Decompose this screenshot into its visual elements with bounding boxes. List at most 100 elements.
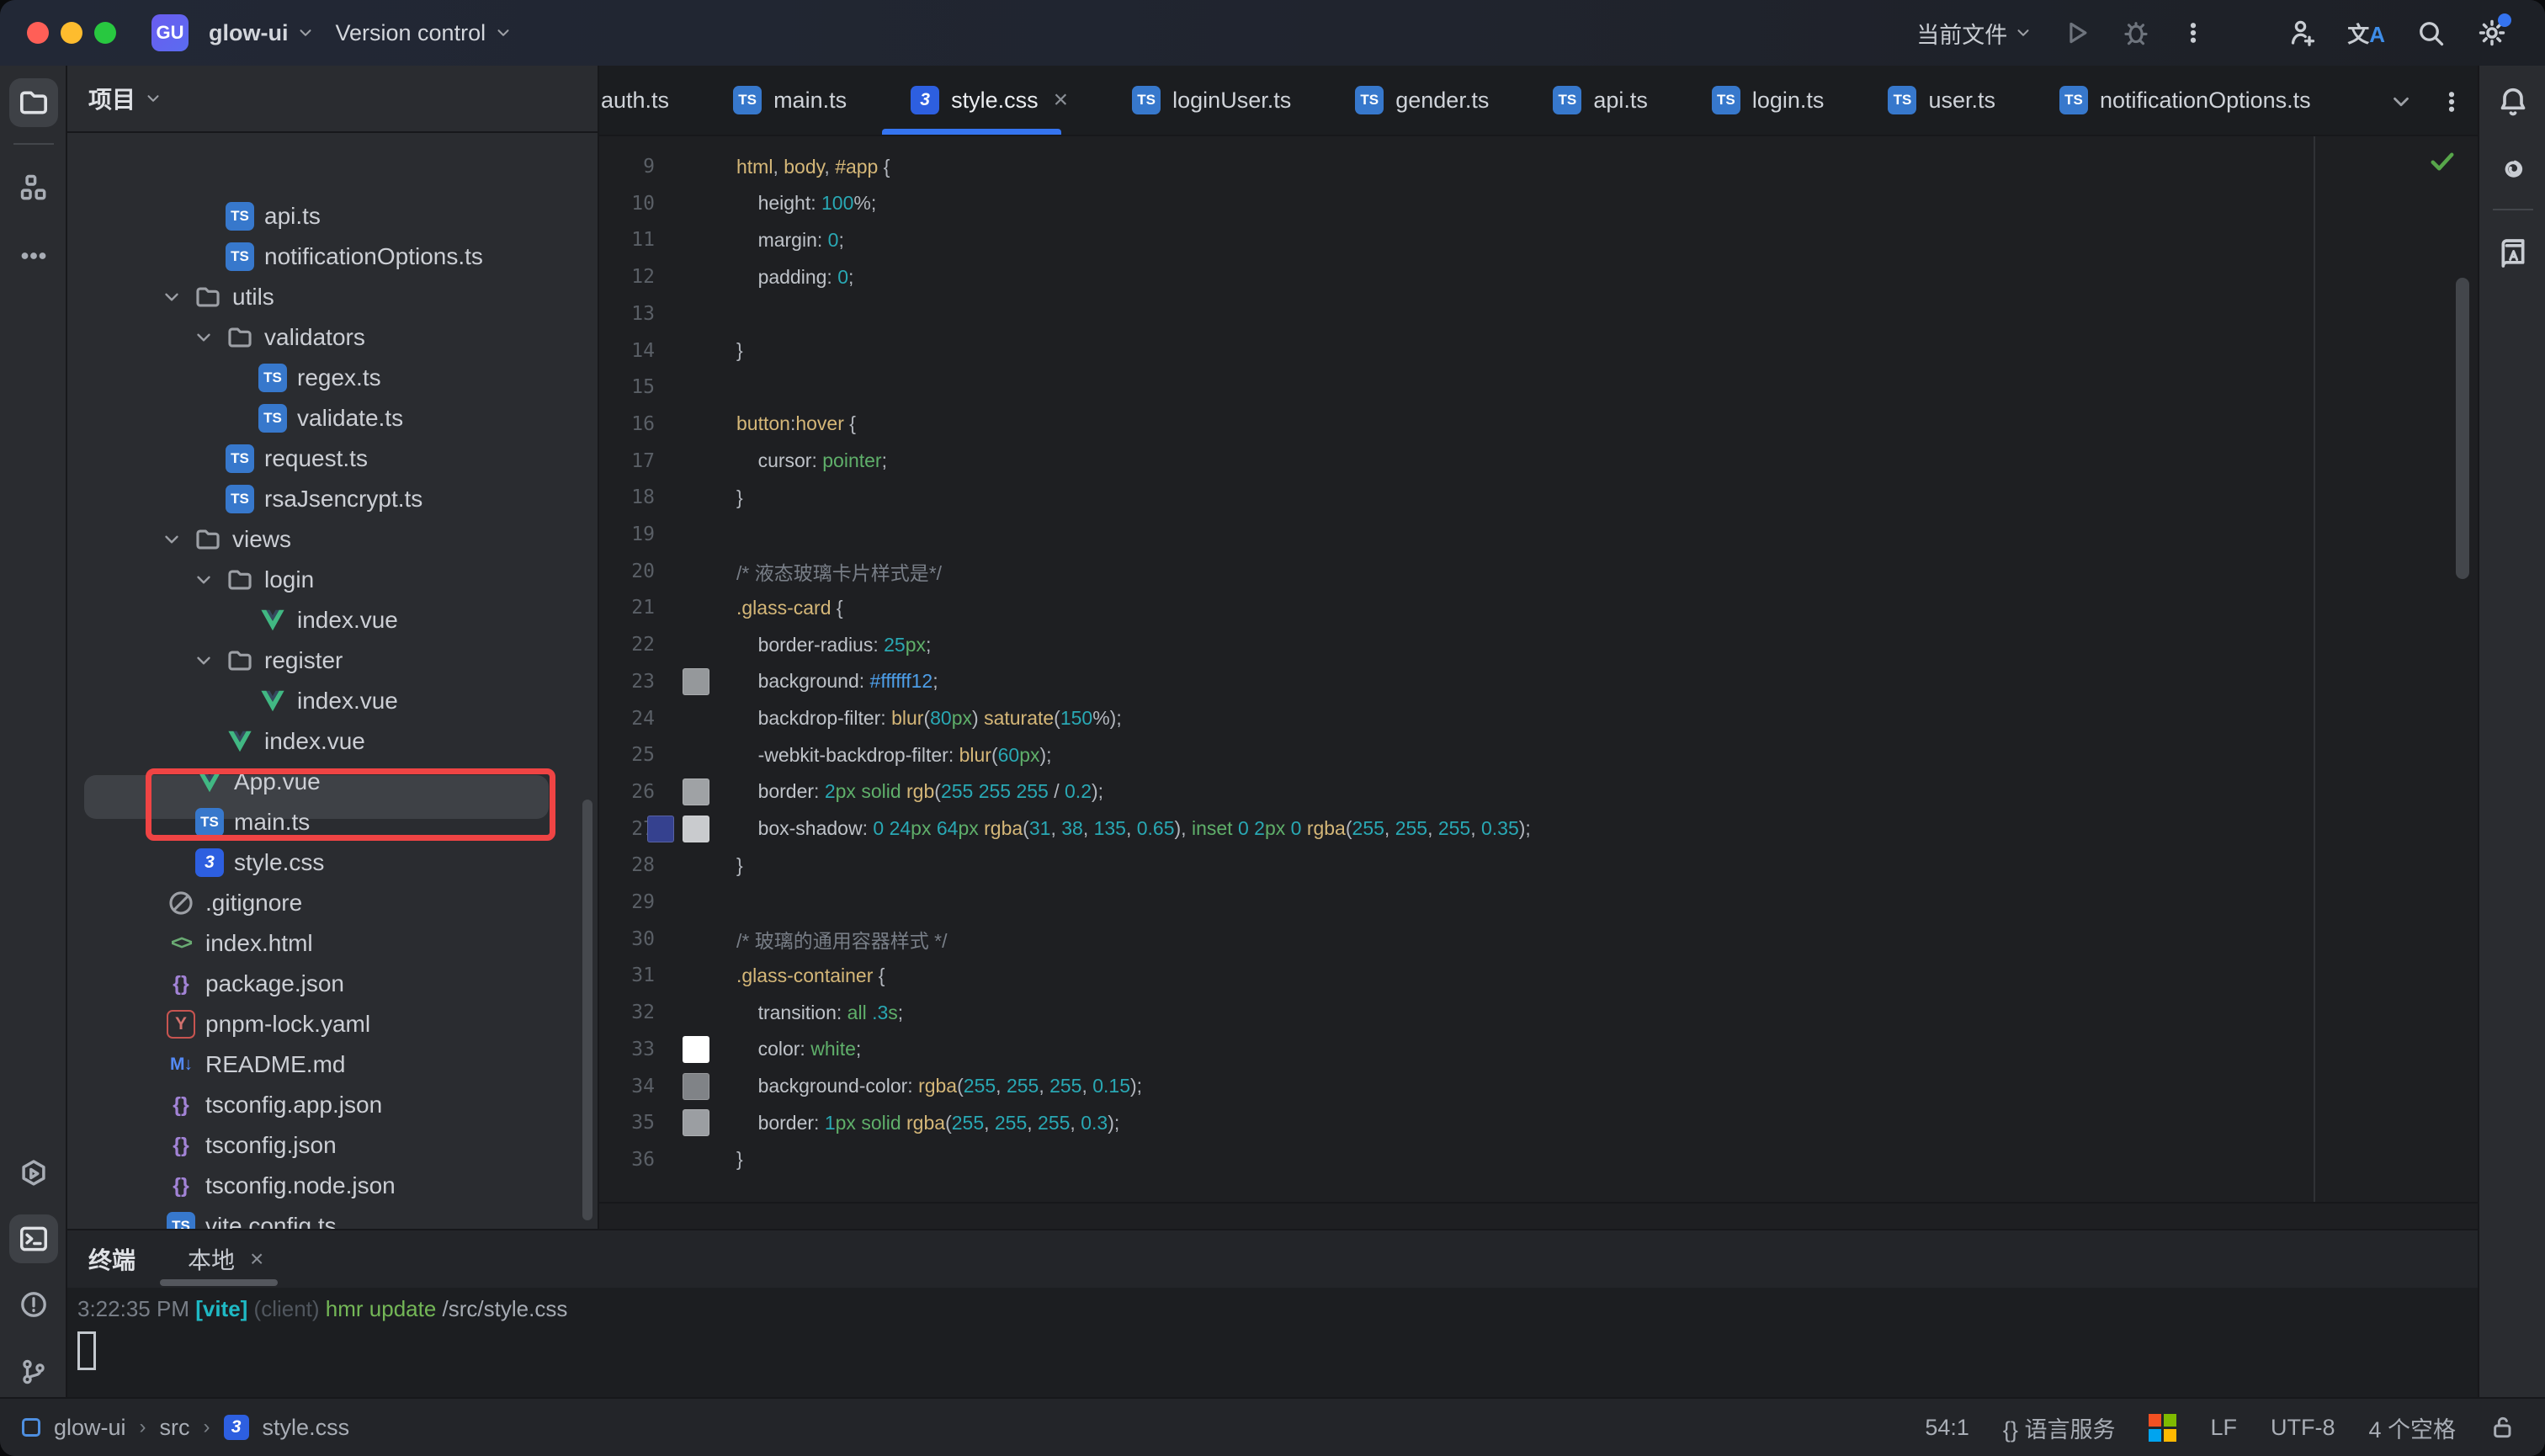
- code-line-14[interactable]: 14}: [599, 332, 2478, 369]
- tree-item-index.vue[interactable]: index.vue: [67, 681, 599, 721]
- minimize-window-button[interactable]: [61, 22, 82, 44]
- tree-item-validate.ts[interactable]: TSvalidate.ts: [67, 398, 599, 438]
- code-line-31[interactable]: 31.glass-container {: [599, 957, 2478, 994]
- tree-item-rsaJsencrypt.ts[interactable]: TSrsaJsencrypt.ts: [67, 479, 599, 519]
- notifications-button[interactable]: [2489, 77, 2537, 125]
- code-line-21[interactable]: 21.glass-card {: [599, 589, 2478, 626]
- language-service-widget[interactable]: {} 语言服务: [2003, 1411, 2116, 1444]
- editor-tab-api.ts[interactable]: TSapi.ts: [1521, 66, 1680, 135]
- code-line-10[interactable]: 10 height: 100%;: [599, 185, 2478, 222]
- color-preview-swatch[interactable]: [683, 778, 709, 805]
- code-line-22[interactable]: 22 border-radius: 25px;: [599, 626, 2478, 663]
- editor-tab-user.ts[interactable]: TSuser.ts: [1856, 66, 2027, 135]
- tree-item-style.css[interactable]: 3style.css: [67, 842, 599, 883]
- code-line-18[interactable]: 18}: [599, 479, 2478, 516]
- chevron-down-icon[interactable]: [192, 327, 215, 348]
- tree-item-App.vue[interactable]: App.vue: [67, 762, 599, 802]
- run-configuration-selector[interactable]: 当前文件: [1901, 9, 2048, 56]
- breadcrumb-item[interactable]: src: [160, 1415, 190, 1441]
- code-line-17[interactable]: 17 cursor: pointer;: [599, 443, 2478, 480]
- tree-item-main.ts[interactable]: TSmain.ts: [67, 802, 599, 842]
- tree-item-tsconfig.node.json[interactable]: {}tsconfig.node.json: [67, 1166, 599, 1206]
- indent-widget[interactable]: 4 个空格: [2368, 1411, 2456, 1444]
- search-everywhere-button[interactable]: [2400, 9, 2461, 56]
- more-tools-button[interactable]: [9, 231, 58, 280]
- code-line-13[interactable]: 13: [599, 295, 2478, 332]
- tree-item-package.json[interactable]: {}package.json: [67, 964, 599, 1004]
- editor-tab-gender.ts[interactable]: TSgender.ts: [1323, 66, 1521, 135]
- code-line-27[interactable]: 27 box-shadow: 0 24px 64px rgba(31, 38, …: [599, 810, 2478, 848]
- code-line-24[interactable]: 24 backdrop-filter: blur(80px) saturate(…: [599, 700, 2478, 737]
- tree-item-api.ts[interactable]: TSapi.ts: [67, 196, 599, 236]
- close-tab-icon[interactable]: ×: [1054, 86, 1069, 114]
- git-tool-button[interactable]: [9, 1347, 58, 1396]
- run-button[interactable]: [2048, 9, 2107, 56]
- chevron-down-icon[interactable]: [192, 569, 215, 591]
- more-actions-button[interactable]: [2165, 9, 2221, 56]
- tab-options-button[interactable]: [2439, 67, 2464, 136]
- code-line-36[interactable]: 36}: [599, 1141, 2478, 1178]
- tree-item-validators[interactable]: validators: [67, 317, 599, 358]
- code-line-34[interactable]: 34 background-color: rgba(255, 255, 255,…: [599, 1068, 2478, 1105]
- editor-tab-style.css[interactable]: 3style.css×: [879, 66, 1100, 135]
- code-line-35[interactable]: 35 border: 1px solid rgba(255, 255, 255,…: [599, 1104, 2478, 1141]
- editor-tab-notificationOptions.ts[interactable]: TSnotificationOptions.ts: [2027, 66, 2343, 135]
- color-preview-swatch[interactable]: [647, 816, 674, 842]
- code-line-33[interactable]: 33 color: white;: [599, 1031, 2478, 1068]
- caret-position-widget[interactable]: 54:1: [1925, 1415, 1969, 1441]
- vcs-menu[interactable]: Version control: [335, 20, 513, 46]
- code-line-30[interactable]: 30/* 玻璃的通用容器样式 */: [599, 921, 2478, 958]
- code-line-15[interactable]: 15: [599, 369, 2478, 406]
- structure-tool-button[interactable]: [9, 163, 58, 212]
- tree-item-request.ts[interactable]: TSrequest.ts: [67, 438, 599, 479]
- editor-tab-login.ts[interactable]: TSlogin.ts: [1680, 66, 1857, 135]
- code-editor[interactable]: 9html, body, #app {10 height: 100%;11 ma…: [599, 136, 2478, 1229]
- editor-tab-auth.ts[interactable]: auth.ts: [599, 66, 701, 135]
- encoding-widget[interactable]: UTF-8: [2271, 1415, 2335, 1441]
- chevron-down-icon[interactable]: [160, 529, 183, 550]
- close-window-button[interactable]: [27, 22, 49, 44]
- code-line-11[interactable]: 11 margin: 0;: [599, 221, 2478, 258]
- color-preview-swatch[interactable]: [683, 1036, 709, 1063]
- microsoft-logo-icon[interactable]: [2149, 1414, 2176, 1442]
- terminal-tab-local[interactable]: 本地 ×: [188, 1242, 263, 1276]
- code-line-32[interactable]: 32 transition: all .3s;: [599, 994, 2478, 1031]
- code-line-16[interactable]: 16button:hover {: [599, 406, 2478, 443]
- color-preview-swatch[interactable]: [683, 668, 709, 695]
- color-preview-swatch[interactable]: [683, 816, 709, 842]
- tree-item-regex.ts[interactable]: TSregex.ts: [67, 358, 599, 398]
- tree-item-utils[interactable]: utils: [67, 277, 599, 317]
- translate-button[interactable]: 文A: [2332, 9, 2400, 56]
- project-panel-header[interactable]: 项目: [67, 66, 598, 133]
- editor-tab-loginUser.ts[interactable]: TSloginUser.ts: [1100, 66, 1323, 135]
- code-line-29[interactable]: 29: [599, 884, 2478, 921]
- project-tree-scrollbar[interactable]: [582, 800, 592, 1220]
- services-tool-button[interactable]: [9, 1150, 58, 1198]
- terminal-tool-button[interactable]: [9, 1214, 58, 1263]
- code-line-28[interactable]: 28}: [599, 847, 2478, 884]
- chevron-down-icon[interactable]: [160, 286, 183, 308]
- debug-button[interactable]: [2107, 9, 2165, 56]
- tree-item-index.vue[interactable]: index.vue: [67, 721, 599, 762]
- line-ending-widget[interactable]: LF: [2210, 1415, 2237, 1441]
- tree-item-README.md[interactable]: M↓README.md: [67, 1044, 599, 1085]
- tree-item-tsconfig.json[interactable]: {}tsconfig.json: [67, 1125, 599, 1166]
- chevron-down-icon[interactable]: [192, 650, 215, 672]
- code-line-20[interactable]: 20/* 液态玻璃卡片样式是*/: [599, 553, 2478, 590]
- tree-item-views[interactable]: views: [67, 519, 599, 560]
- breadcrumb-item[interactable]: glow-ui: [54, 1415, 126, 1441]
- code-line-23[interactable]: 23 background: #ffffff12;: [599, 663, 2478, 700]
- ai-assistant-button[interactable]: [2489, 144, 2537, 193]
- tree-item-login[interactable]: login: [67, 560, 599, 600]
- tree-item-vite.config.ts[interactable]: TSvite.config.ts: [67, 1206, 599, 1229]
- code-line-26[interactable]: 26 border: 2px solid rgb(255 255 255 / 0…: [599, 773, 2478, 810]
- code-line-25[interactable]: 25 -webkit-backdrop-filter: blur(60px);: [599, 736, 2478, 773]
- code-line-12[interactable]: 12 padding: 0;: [599, 258, 2478, 295]
- code-line-19[interactable]: 19: [599, 516, 2478, 553]
- dictionary-tool-button[interactable]: [2489, 229, 2537, 278]
- problems-tool-button[interactable]: [9, 1280, 58, 1329]
- tree-item-index.vue[interactable]: index.vue: [67, 600, 599, 640]
- color-preview-swatch[interactable]: [683, 1109, 709, 1136]
- project-menu[interactable]: glow-ui: [209, 20, 315, 46]
- tree-item-index.html[interactable]: <>index.html: [67, 923, 599, 964]
